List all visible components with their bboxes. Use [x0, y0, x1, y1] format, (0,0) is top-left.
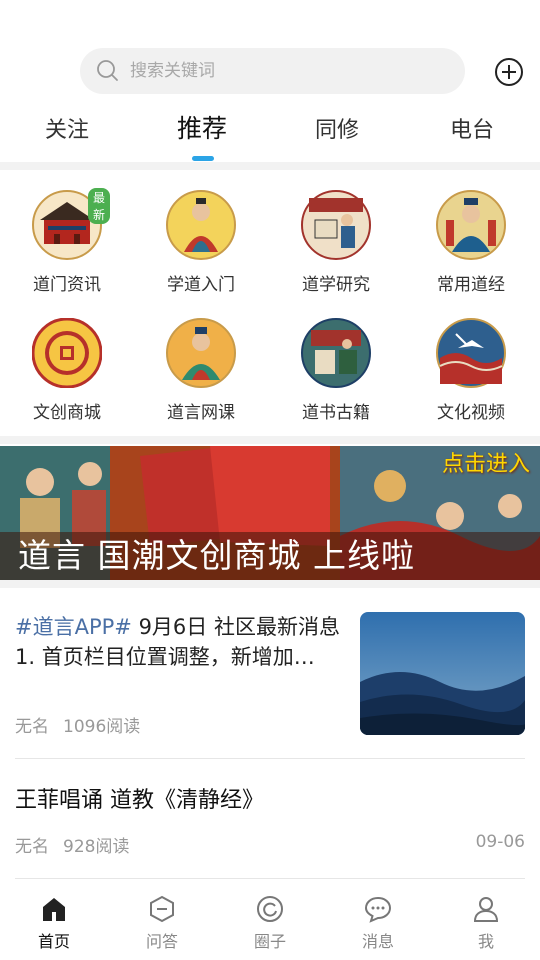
- nav-home[interactable]: 首页: [14, 894, 94, 952]
- grid-item-shop[interactable]: 文创商城: [12, 318, 122, 423]
- message-icon: [364, 896, 392, 923]
- search-box[interactable]: [80, 48, 465, 94]
- books-icon: [301, 318, 371, 388]
- active-tab-indicator: [192, 156, 214, 161]
- new-badge: 最新: [88, 188, 111, 224]
- feed-item-meta: 无名 1096阅读: [15, 712, 140, 737]
- nav-label: 问答: [145, 932, 178, 951]
- feed-item-title: 王菲唱诵 道教《清静经》: [15, 788, 264, 813]
- nav-label: 消息: [361, 932, 394, 951]
- feed-item-title: #道言APP# 9月6日 社区最新消息 1. 首页栏目位置调整，新增加…: [15, 612, 350, 672]
- divider: [15, 878, 525, 879]
- promo-banner[interactable]: 点击进入 道言 国潮文创商城 上线啦: [0, 446, 540, 580]
- nav-messages[interactable]: 消息: [338, 894, 418, 952]
- grid-label: 道门资讯: [33, 275, 101, 295]
- grid-label: 道学研究: [302, 275, 370, 295]
- divider: [0, 436, 540, 444]
- nav-profile[interactable]: 我: [446, 894, 526, 952]
- feed-title-text: 9月6日 社区最新消息: [131, 615, 340, 639]
- tab-recommend[interactable]: 推荐: [152, 109, 252, 145]
- grid-label: 常用道经: [437, 275, 505, 295]
- feed-item-meta: 无名 928阅读: [15, 832, 129, 857]
- divider: [15, 758, 525, 759]
- teacher-icon: [166, 318, 236, 388]
- deity-icon: [166, 190, 236, 260]
- grid-label: 文创商城: [33, 403, 101, 423]
- banner-enter-link[interactable]: 点击进入: [442, 446, 530, 478]
- feed-item-date: 09-06: [475, 832, 525, 852]
- feed-item[interactable]: 王菲唱诵 道教《清静经》 无名 928阅读 09-06: [15, 782, 525, 862]
- feed-thumbnail[interactable]: [360, 612, 525, 735]
- feed-item[interactable]: #道言APP# 9月6日 社区最新消息 1. 首页栏目位置调整，新增加… 无名 1…: [15, 612, 525, 742]
- tab-fellow[interactable]: 同修: [287, 112, 387, 144]
- circle-icon: [257, 896, 283, 922]
- add-button[interactable]: [494, 57, 524, 87]
- nav-label: 圈子: [253, 932, 286, 951]
- author-name: 无名: [15, 717, 49, 737]
- profile-icon: [473, 897, 499, 922]
- coin-icon: [32, 318, 102, 388]
- search-row: [0, 48, 540, 96]
- grid-label: 文化视频: [437, 403, 505, 423]
- author-name: 无名: [15, 837, 49, 857]
- grid-item-sutras[interactable]: 常用道经: [416, 190, 526, 295]
- grid-item-news[interactable]: 最新 道门资讯: [12, 188, 122, 295]
- nav-qa[interactable]: 问答: [122, 894, 202, 952]
- grid-item-videos[interactable]: 文化视频: [416, 318, 526, 423]
- banner-title: 道言 国潮文创商城 上线啦: [0, 532, 540, 580]
- grid-item-courses[interactable]: 道言网课: [146, 318, 256, 423]
- home-icon: [43, 898, 65, 921]
- crane-icon: [436, 318, 506, 388]
- temple-icon: 最新: [32, 188, 111, 260]
- search-icon: [97, 60, 118, 81]
- view-count: 928阅读: [63, 837, 130, 857]
- nav-label: 首页: [37, 932, 70, 951]
- grid-item-research[interactable]: 道学研究: [281, 190, 391, 295]
- top-tabs: 关注 推荐 同修 电台: [0, 112, 540, 162]
- grid-item-books[interactable]: 道书古籍: [281, 318, 391, 423]
- tab-radio[interactable]: 电台: [422, 112, 522, 144]
- grid-label: 道言网课: [167, 403, 235, 423]
- divider: [0, 162, 540, 170]
- grid-label: 道书古籍: [302, 403, 370, 423]
- nav-label: 我: [477, 932, 494, 951]
- search-input[interactable]: [130, 61, 430, 81]
- sutra-icon: [436, 190, 506, 260]
- grid-label: 学道入门: [167, 275, 235, 295]
- divider: [0, 580, 540, 588]
- feed-item-excerpt: 1. 首页栏目位置调整，新增加…: [15, 645, 315, 669]
- qa-icon: [150, 895, 174, 923]
- scholar-icon: [301, 190, 371, 260]
- hashtag-link[interactable]: #道言APP#: [15, 615, 132, 639]
- grid-item-intro[interactable]: 学道入门: [146, 190, 256, 295]
- bottom-nav: 首页 问答 圈子 消息 我: [0, 880, 540, 960]
- tab-follow[interactable]: 关注: [17, 112, 117, 144]
- view-count: 1096阅读: [63, 717, 141, 737]
- nav-circle[interactable]: 圈子: [230, 894, 310, 952]
